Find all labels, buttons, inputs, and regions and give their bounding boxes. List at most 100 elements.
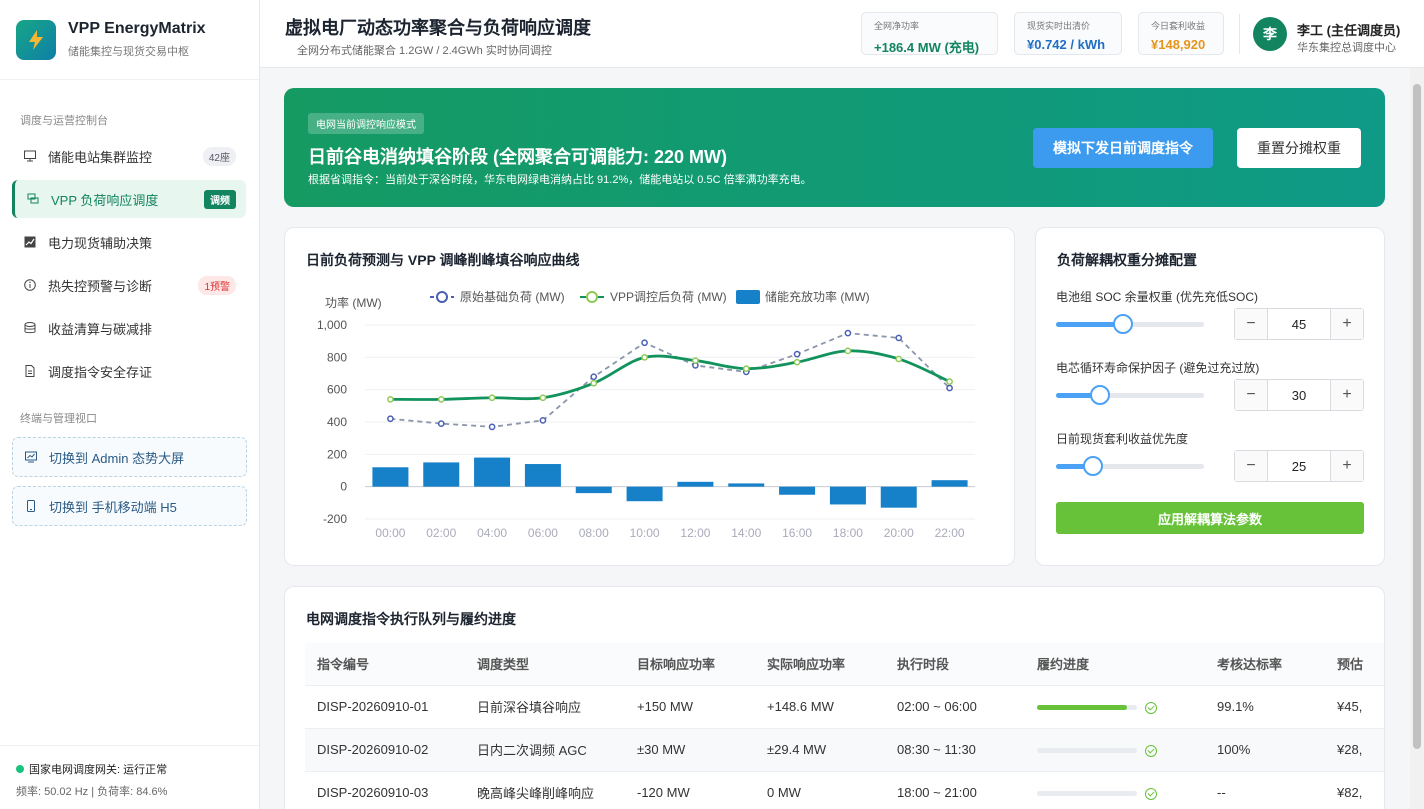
plus-button[interactable]: + <box>1331 309 1363 339</box>
load-curve-card: 日前负荷预测与 VPP 调峰削峰填谷响应曲线 -200 0 200 400 600 800… <box>284 227 1015 566</box>
info-circle-icon <box>24 279 36 291</box>
cell-actual: ±29.4 MW <box>755 728 885 772</box>
base-load-point <box>539 417 547 424</box>
param-label: 电芯循环寿命保护因子 (避免过充过放) <box>1056 361 1260 375</box>
minus-button[interactable]: − <box>1235 380 1267 410</box>
vpp-load-point <box>793 358 801 366</box>
cycle-life-stepper: −30 + <box>1234 379 1364 411</box>
y-tick-label: 600 <box>327 383 347 397</box>
column-header: 预估 <box>1325 643 1384 686</box>
apply-params-button[interactable]: 应用解耦算法参数 <box>1056 502 1364 534</box>
switch-mobile-h5-button[interactable]: 切换到 手机移动端 H5 <box>12 486 247 526</box>
simulate-dispatch-button[interactable]: 模拟下发日前调度指令 <box>1033 128 1213 168</box>
plus-button[interactable]: + <box>1331 380 1363 410</box>
weights-title: 负荷解耦权重分摊配置 <box>1057 252 1197 268</box>
param-label: 日前现货套利收益优先度 <box>1056 432 1189 446</box>
column-header: 调度类型 <box>465 643 625 686</box>
kpi-arbitrage-revenue: 今日套利收益 ¥148,920 <box>1138 12 1224 55</box>
kpi-net-power: 全网净功率 +186.4 MW (充电) <box>861 12 998 55</box>
kpi-spot-price: 现货实时出清价 ¥0.742 / kWh <box>1014 12 1122 55</box>
column-header: 实际响应功率 <box>755 643 885 686</box>
page-scrollbar[interactable] <box>1410 68 1424 809</box>
mode-title: 日前谷电消纳填谷阶段 (全网聚合可调能力: 220 MW) <box>308 147 727 167</box>
arbitrage-priority-slider[interactable] <box>1056 456 1204 476</box>
x-tick-label: 04:00 <box>477 526 507 540</box>
progress-bar <box>1037 791 1137 797</box>
minus-button[interactable]: − <box>1235 451 1267 481</box>
legend-bar-swatch <box>736 290 760 304</box>
sidebar-item-thermal-warning[interactable]: 热失控预警与诊断 1预警 <box>12 266 246 304</box>
vpp-load-point <box>742 365 750 372</box>
progress-bar <box>1037 748 1137 754</box>
terminal-label: 切换到 手机移动端 H5 <box>49 499 177 515</box>
cycle-life-slider[interactable] <box>1056 385 1204 405</box>
base-load-point <box>641 339 648 347</box>
table-row[interactable]: DISP-20260910-03 晚高峰尖峰削峰响应 -120 MW 0 MW … <box>305 771 1384 809</box>
nav-section-title: 终端与管理视口 <box>20 413 97 425</box>
cell-rate: 100% <box>1205 728 1325 772</box>
reset-weights-button[interactable]: 重置分摊权重 <box>1237 128 1361 168</box>
user-role: 华东集控总调度中心 <box>1297 42 1396 54</box>
x-tick-label: 02:00 <box>426 526 456 540</box>
base-load-line <box>390 332 951 428</box>
sidebar: VPP EnergyMatrix 储能集控与现货交易中枢 调度与运营控制台 储能… <box>0 0 260 809</box>
avatar[interactable]: 李 <box>1253 17 1287 51</box>
scrollbar-thumb[interactable] <box>1413 84 1421 749</box>
cell-target: -120 MW <box>625 771 755 809</box>
status-dot-icon <box>16 765 24 773</box>
y-tick-label: -200 <box>323 512 347 526</box>
vpp-load-point <box>641 353 648 361</box>
y-tick-label: 1,000 <box>317 318 347 332</box>
base-load-point <box>895 334 903 342</box>
sidebar-item-vpp-dispatch[interactable]: VPP 负荷响应调度 调频 <box>12 180 246 218</box>
x-tick-label: 18:00 <box>833 526 863 540</box>
y-tick-label: 400 <box>327 415 347 429</box>
storage-power-bar <box>829 486 866 505</box>
slider-handle[interactable] <box>1083 456 1103 476</box>
legend-base-marker <box>436 291 448 303</box>
stepper-value[interactable]: 25 <box>1267 451 1331 481</box>
table-row[interactable]: DISP-20260910-01 日前深谷填谷响应 +150 MW +148.6… <box>305 685 1384 729</box>
soc-weight-slider[interactable] <box>1056 314 1204 334</box>
check-circle-icon <box>1145 744 1157 757</box>
load-response-chart: -200 0 200 400 600 800 1,000 功率 (MW) 00:00 02:00 0… <box>317 289 975 540</box>
kpi-label: 今日套利收益 <box>1151 21 1206 31</box>
slider-handle[interactable] <box>1112 314 1133 334</box>
brand-title: VPP EnergyMatrix <box>68 20 206 37</box>
weight-config-card: 负荷解耦权重分摊配置 电池组 SOC 余量权重 (优先充低SOC) −45 + 电… <box>1035 227 1385 566</box>
base-load-point <box>844 329 852 337</box>
stepper-value[interactable]: 30 <box>1267 380 1331 410</box>
warning-badge: 1预警 <box>198 275 236 295</box>
page-subtitle: 全网分布式储能聚合 1.2GW / 2.4GWh 实时协同调控 <box>297 45 552 57</box>
cell-id: DISP-20260910-03 <box>305 771 465 809</box>
sidebar-item-monitoring[interactable]: 储能电站集群监控 42座 <box>12 137 246 175</box>
stepper-value[interactable]: 45 <box>1267 309 1331 339</box>
cell-type: 日前深谷填谷响应 <box>465 685 625 729</box>
y-tick-label: 0 <box>340 480 347 494</box>
layers-icon <box>27 193 39 204</box>
x-tick-label: 16:00 <box>782 526 812 540</box>
switch-admin-screen-button[interactable]: 切换到 Admin 态势大屏 <box>12 437 247 477</box>
mode-description: 根据省调指令：当前处于深谷时段，华东电网绿电消纳占比 91.2%，储能电站以 0… <box>308 174 812 186</box>
slider-handle[interactable] <box>1090 385 1111 405</box>
mode-badge: 调频 <box>204 189 236 209</box>
brand: VPP EnergyMatrix 储能集控与现货交易中枢 <box>0 0 259 80</box>
vpp-load-point <box>946 378 953 385</box>
vpp-load-line <box>390 349 951 401</box>
brand-subtitle: 储能集控与现货交易中枢 <box>68 46 189 58</box>
sidebar-item-settlement[interactable]: 收益清算与碳减排 <box>12 309 246 347</box>
legend-vpp-marker <box>586 291 598 303</box>
sidebar-item-evidence[interactable]: 调度指令安全存证 <box>12 352 246 390</box>
arbitrage-priority-stepper: −25 + <box>1234 450 1364 482</box>
queue-title: 电网调度指令执行队列与履约进度 <box>306 611 516 627</box>
plus-button[interactable]: + <box>1331 451 1363 481</box>
minus-button[interactable]: − <box>1235 309 1267 339</box>
sidebar-item-spot-market[interactable]: 电力现货辅助决策 <box>12 223 246 261</box>
cell-progress <box>1025 685 1205 729</box>
divider <box>1239 14 1240 54</box>
sidebar-item-label: 热失控预警与诊断 <box>48 278 153 294</box>
grid-metrics: 频率: 50.02 Hz | 负荷率: 84.6% <box>16 786 168 798</box>
mode-tag: 电网当前调控响应模式 <box>308 113 424 134</box>
storage-power-bar <box>779 486 816 495</box>
table-row[interactable]: DISP-20260910-02 日内二次调频 AGC ±30 MW ±29.4… <box>305 728 1384 772</box>
